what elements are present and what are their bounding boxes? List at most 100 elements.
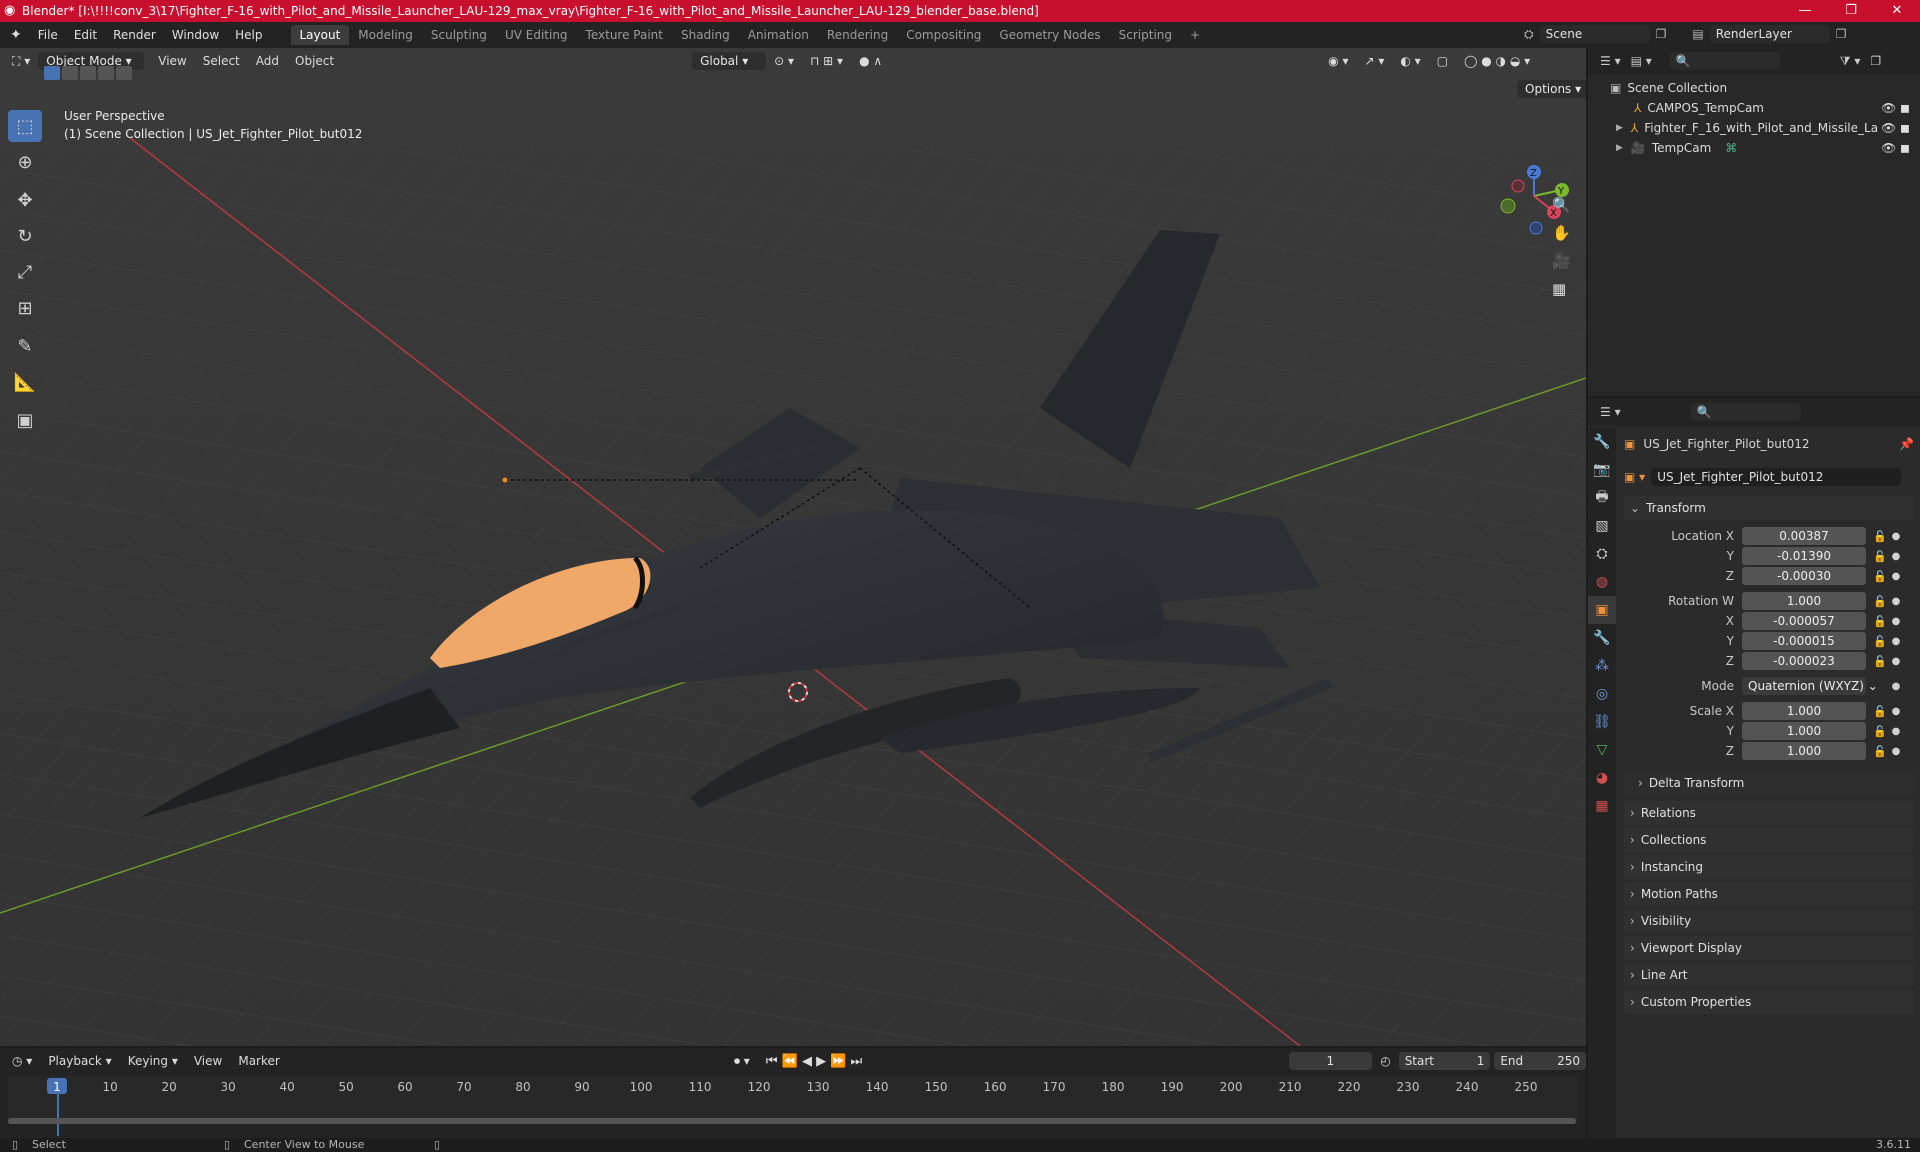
keyframe-dot-icon[interactable]: ●: [1888, 551, 1904, 562]
object-data-icon[interactable]: ▣ ▾: [1624, 470, 1645, 484]
panel-visibility[interactable]: › Visibility: [1624, 909, 1914, 933]
filter-icon[interactable]: ⧩ ▾: [1840, 54, 1861, 69]
scale-tool[interactable]: ⤢: [8, 256, 42, 288]
tab-geometry-nodes[interactable]: Geometry Nodes: [990, 25, 1109, 45]
keyframe-dot-icon[interactable]: ●: [1888, 681, 1904, 692]
measure-tool[interactable]: 📐: [8, 366, 42, 398]
rotation-y-field[interactable]: -0.000015: [1742, 632, 1866, 650]
panel-instancing[interactable]: › Instancing: [1624, 855, 1914, 879]
display-mode-icon[interactable]: ▤ ▾: [1631, 54, 1652, 68]
new-collection-icon[interactable]: ❐: [1870, 54, 1881, 68]
outliner-item[interactable]: ▶ 🎥 TempCam ⌘ 👁 ◼: [1610, 138, 1916, 158]
maximize-button[interactable]: ❐: [1828, 0, 1874, 22]
world-tab-icon[interactable]: ◍: [1588, 568, 1616, 596]
pin-icon[interactable]: 📌: [1899, 437, 1914, 451]
options-dropdown[interactable]: Options ▾: [1517, 80, 1586, 98]
tab-modeling[interactable]: Modeling: [349, 25, 422, 45]
proportional-edit-icon[interactable]: ● ∧: [851, 54, 890, 68]
zoom-icon[interactable]: 🔍: [1552, 196, 1571, 214]
overlay-toggle-icon[interactable]: ◐ ▾: [1392, 54, 1428, 68]
visibility-icon[interactable]: ◉ ▾: [1320, 54, 1356, 68]
eye-icon[interactable]: 👁 ◼: [1881, 141, 1910, 155]
rotation-w-field[interactable]: 1.000: [1742, 592, 1866, 610]
delta-transform-header[interactable]: › Delta Transform: [1624, 771, 1914, 795]
panel-line-art[interactable]: › Line Art: [1624, 963, 1914, 987]
render-layer-selector[interactable]: RenderLayer: [1709, 25, 1830, 43]
tab-uv-editing[interactable]: UV Editing: [496, 25, 577, 45]
keyframe-dot-icon[interactable]: ●: [1888, 571, 1904, 582]
close-button[interactable]: ✕: [1874, 0, 1920, 22]
rotation-mode-dropdown[interactable]: Quaternion (WXYZ) ⌄: [1742, 677, 1878, 695]
tab-compositing[interactable]: Compositing: [897, 25, 990, 45]
tab-animation[interactable]: Animation: [739, 25, 818, 45]
cursor-tool[interactable]: ⊕: [8, 146, 42, 178]
transform-orientation-dropdown[interactable]: Global ▾: [692, 52, 767, 70]
object-name-field[interactable]: US_Jet_Fighter_Pilot_but012: [1651, 468, 1902, 486]
lock-icon[interactable]: 🔓: [1872, 745, 1888, 758]
new-layer-icon[interactable]: ❐: [1836, 27, 1847, 41]
minimize-button[interactable]: —: [1782, 0, 1828, 22]
keyframe-dot-icon[interactable]: ●: [1888, 726, 1904, 737]
keyframe-dot-icon[interactable]: ●: [1888, 746, 1904, 757]
menu-render[interactable]: Render: [105, 28, 164, 42]
tab-sculpting[interactable]: Sculpting: [422, 25, 496, 45]
rotate-tool[interactable]: ↻: [8, 220, 42, 252]
keyframe-dot-icon[interactable]: ●: [1888, 531, 1904, 542]
3d-viewport[interactable]: Z Y X ⛶ ▾ Object Mode ▾ View Select Add …: [0, 48, 1586, 1046]
shading-modes-icon[interactable]: ◯ ● ◑ ◒ ▾: [1456, 54, 1538, 68]
lock-icon[interactable]: 🔓: [1872, 725, 1888, 738]
lock-icon[interactable]: 🔓: [1872, 530, 1888, 543]
tab-rendering[interactable]: Rendering: [818, 25, 897, 45]
blender-menu-icon[interactable]: ✦: [0, 27, 30, 43]
constraints-tab-icon[interactable]: ⛓: [1588, 708, 1616, 736]
eye-icon[interactable]: 👁 ◼: [1881, 121, 1910, 135]
output-tab-icon[interactable]: 🖶: [1588, 484, 1616, 512]
tab-texture-paint[interactable]: Texture Paint: [577, 25, 672, 45]
lock-icon[interactable]: 🔓: [1872, 635, 1888, 648]
lock-icon[interactable]: 🔓: [1872, 655, 1888, 668]
keyframe-dot-icon[interactable]: ●: [1888, 596, 1904, 607]
lock-icon[interactable]: 🔓: [1872, 570, 1888, 583]
menu-add[interactable]: Add: [248, 54, 287, 68]
panel-collections[interactable]: › Collections: [1624, 828, 1914, 852]
camera-view-icon[interactable]: 🎥: [1552, 252, 1571, 270]
add-workspace-button[interactable]: +: [1181, 25, 1209, 45]
rotation-x-field[interactable]: -0.000057: [1742, 612, 1866, 630]
location-x-field[interactable]: 0.00387: [1742, 527, 1866, 545]
select-subtract-icon[interactable]: [80, 66, 96, 80]
lock-icon[interactable]: 🔓: [1872, 595, 1888, 608]
menu-view[interactable]: View: [150, 54, 194, 68]
select-box-tool[interactable]: ⬚: [8, 110, 42, 142]
outliner-item[interactable]: ⅄ CAMPOS_TempCam 👁 ◼: [1610, 98, 1916, 118]
render-tab-icon[interactable]: 📷: [1588, 456, 1616, 484]
expand-arrow-icon[interactable]: ▶: [1616, 123, 1623, 133]
snap-icon[interactable]: ⊓ ⊞ ▾: [802, 54, 851, 68]
keyframe-dot-icon[interactable]: ●: [1888, 636, 1904, 647]
select-extend-icon[interactable]: [62, 66, 78, 80]
scale-z-field[interactable]: 1.000: [1742, 742, 1866, 760]
tab-layout[interactable]: Layout: [290, 25, 350, 45]
editor-type-icon[interactable]: ⛶ ▾: [0, 54, 38, 69]
scale-y-field[interactable]: 1.000: [1742, 722, 1866, 740]
pan-hand-icon[interactable]: ✋: [1552, 224, 1571, 242]
transform-tool[interactable]: ⊞: [8, 292, 42, 324]
select-intersect-icon[interactable]: [116, 66, 132, 80]
rotation-z-field[interactable]: -0.000023: [1742, 652, 1866, 670]
object-tab-icon[interactable]: ▣: [1588, 596, 1616, 624]
location-y-field[interactable]: -0.01390: [1742, 547, 1866, 565]
data-tab-icon[interactable]: ▽: [1588, 736, 1616, 764]
view-layer-tab-icon[interactable]: ▧: [1588, 512, 1616, 540]
tool-tab-icon[interactable]: 🔧: [1588, 428, 1616, 456]
outliner-search-input[interactable]: 🔍: [1669, 52, 1780, 70]
particles-tab-icon[interactable]: ⁂: [1588, 652, 1616, 680]
select-invert-icon[interactable]: [98, 66, 114, 80]
physics-tab-icon[interactable]: ◎: [1588, 680, 1616, 708]
tab-scripting[interactable]: Scripting: [1110, 25, 1181, 45]
outliner-item[interactable]: ▶ ⅄ Fighter_F_16_with_Pilot_and_Missile_…: [1610, 118, 1916, 138]
gizmo-toggle-icon[interactable]: ↗ ▾: [1356, 54, 1392, 68]
select-new-icon[interactable]: [44, 66, 60, 80]
menu-object[interactable]: Object: [287, 54, 342, 68]
menu-edit[interactable]: Edit: [66, 28, 105, 42]
eye-icon[interactable]: 👁 ◼: [1881, 101, 1910, 115]
viewport-scene[interactable]: Z Y X: [0, 48, 1586, 1046]
